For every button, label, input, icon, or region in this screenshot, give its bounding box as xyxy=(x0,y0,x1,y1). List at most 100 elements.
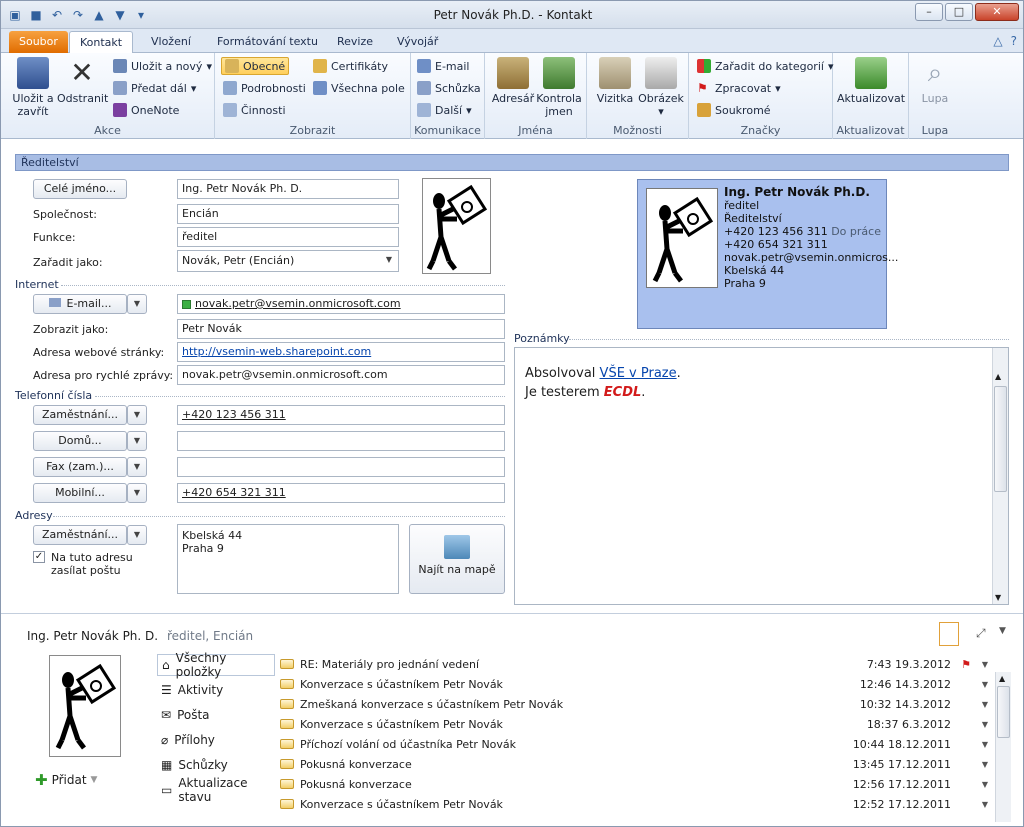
full-name-field[interactable]: Ing. Petr Novák Ph. D. xyxy=(177,179,399,199)
notes-scrollbar[interactable]: ▲ ▼ xyxy=(992,348,1008,604)
tab-developer[interactable]: Vývojář xyxy=(387,31,448,53)
email-dropdown-icon[interactable]: ▼ xyxy=(127,294,147,314)
close-button[interactable]: ✕ xyxy=(975,3,1019,21)
picture-button[interactable]: Obrázek ▾ xyxy=(637,57,685,118)
email-button[interactable]: E-mail xyxy=(417,57,470,75)
forward-button[interactable]: Předat dál ▾ xyxy=(113,79,196,97)
address-book-button[interactable]: Adresář xyxy=(489,57,537,105)
web-address-field[interactable]: http://vsemin-web.sharepoint.com xyxy=(177,342,505,362)
nav-meetings[interactable]: ▦ Schůzky xyxy=(157,754,275,776)
row-dropdown-icon[interactable]: ▼ xyxy=(975,780,995,789)
im-address-field[interactable]: novak.petr@vsemin.onmicrosoft.com xyxy=(177,365,505,385)
business-card[interactable]: Ing. Petr Novák Ph.D. ředitel Ředitelstv… xyxy=(637,179,898,329)
address-field[interactable]: Kbelská 44 Praha 9 xyxy=(177,524,399,594)
zoom-button[interactable]: ⌕ Lupa xyxy=(913,57,957,105)
view-general-button[interactable]: Obecné xyxy=(221,57,290,75)
activity-row[interactable]: Konverzace s účastníkem Petr Novák 18:37 … xyxy=(277,714,995,734)
file-as-select[interactable]: Novák, Petr (Encián) xyxy=(177,250,399,272)
activity-scrollbar[interactable]: ▲ xyxy=(995,672,1011,822)
activity-scroll-thumb[interactable] xyxy=(997,686,1010,738)
scroll-down-icon[interactable]: ▼ xyxy=(995,593,1001,602)
activity-row[interactable]: Pokusná konverzace 12:56 17.12.2011 ▼ xyxy=(277,774,995,794)
scroll-up-icon[interactable]: ▲ xyxy=(995,372,1001,381)
maximize-button[interactable]: □ xyxy=(945,3,973,21)
tab-format-text[interactable]: Formátování textu xyxy=(207,31,328,53)
company-field[interactable]: Encián xyxy=(177,204,399,224)
phone-home-field[interactable] xyxy=(177,431,505,451)
file-as-dropdown-icon[interactable]: ▼ xyxy=(379,251,399,271)
nav-activities[interactable]: ☰ Aktivity xyxy=(157,679,275,701)
activity-row[interactable]: Konverzace s účastníkem Petr Novák 12:46 … xyxy=(277,674,995,694)
view-all-fields-button[interactable]: Všechna pole xyxy=(313,79,405,97)
activity-row[interactable]: RE: Materiály pro jednání vedení 7:43 19.… xyxy=(277,654,995,674)
nav-status-updates[interactable]: ▭ Aktualizace stavu xyxy=(157,776,275,804)
tab-review[interactable]: Revize xyxy=(327,31,383,53)
save-close-button[interactable]: Uložit a zavřít xyxy=(9,57,57,118)
phone-work-dropdown-icon[interactable]: ▼ xyxy=(127,405,147,425)
activity-scroll-up-icon[interactable]: ▲ xyxy=(999,674,1005,683)
notes-link[interactable]: VŠE v Praze xyxy=(600,366,677,381)
row-dropdown-icon[interactable]: ▼ xyxy=(975,700,995,709)
followup-button[interactable]: ⚑ Zpracovat ▾ xyxy=(697,79,781,97)
phone-mobile-dropdown-icon[interactable]: ▼ xyxy=(127,483,147,503)
mailing-address-checkbox[interactable]: ✓ xyxy=(33,551,45,563)
phone-fax-dropdown-icon[interactable]: ▼ xyxy=(127,457,147,477)
phone-home-dropdown-icon[interactable]: ▼ xyxy=(127,431,147,451)
row-dropdown-icon[interactable]: ▼ xyxy=(975,760,995,769)
full-name-button[interactable]: Celé jméno... xyxy=(33,179,127,199)
notes-scroll-thumb[interactable] xyxy=(994,386,1007,492)
delete-button[interactable]: ✕ Odstranit xyxy=(57,57,108,106)
meeting-button[interactable]: Schůzka xyxy=(417,79,481,97)
address-dropdown-icon[interactable]: ▼ xyxy=(127,525,147,545)
activity-row[interactable]: Příchozí volání od účastníka Petr Novák 1… xyxy=(277,734,995,754)
activity-row[interactable]: Pokusná konverzace 13:45 17.12.2011 ▼ xyxy=(277,754,995,774)
phone-work-field[interactable]: +420 123 456 311 xyxy=(177,405,505,425)
tab-file[interactable]: Soubor xyxy=(9,31,68,53)
email-button[interactable]: E-mail... xyxy=(33,294,127,314)
nav-all-items[interactable]: ⌂ Všechny položky xyxy=(157,651,275,679)
row-dropdown-icon[interactable]: ▼ xyxy=(975,680,995,689)
help-icon[interactable]: ? xyxy=(1011,34,1017,48)
phone-fax-field[interactable] xyxy=(177,457,505,477)
update-button[interactable]: Aktualizovat xyxy=(837,57,905,105)
minimize-button[interactable]: – xyxy=(915,3,943,21)
view-certificates-button[interactable]: Certifikáty xyxy=(313,57,388,75)
row-dropdown-icon[interactable]: ▼ xyxy=(975,800,995,809)
phone-fax-button[interactable]: Fax (zam.)... xyxy=(33,457,127,477)
row-dropdown-icon[interactable]: ▼ xyxy=(975,740,995,749)
phone-mobile-button[interactable]: Mobilní... xyxy=(33,483,127,503)
activity-row[interactable]: Zmeškaná konverzace s účastníkem Petr No… xyxy=(277,694,995,714)
email-field[interactable]: novak.petr@vsemin.onmicrosoft.com xyxy=(177,294,505,314)
map-button[interactable]: Najít na mapě xyxy=(409,524,505,594)
private-button[interactable]: Soukromé xyxy=(697,101,771,119)
nav-attachments[interactable]: ⌀ Přílohy xyxy=(157,729,275,751)
view-activities-button[interactable]: Činnosti xyxy=(223,101,286,119)
more-button[interactable]: Další ▾ xyxy=(417,101,472,119)
display-as-field[interactable]: Petr Novák xyxy=(177,319,505,339)
view-details-button[interactable]: Podrobnosti xyxy=(223,79,306,97)
phone-home-button[interactable]: Domů... xyxy=(33,431,127,451)
ribbon-minimize-icon[interactable]: △ xyxy=(993,34,1002,48)
add-button[interactable]: ✚ Přidat ▼ xyxy=(35,771,97,789)
tab-contact[interactable]: Kontakt xyxy=(69,31,134,54)
save-as-new-button[interactable]: Uložit a nový ▾ xyxy=(113,57,212,75)
phone-work-button[interactable]: Zaměstnání... xyxy=(33,405,127,425)
notes-editor[interactable]: Absolvoval VŠE v Praze. Je testerem ECDL… xyxy=(514,347,1009,605)
job-title-field[interactable]: ředitel xyxy=(177,227,399,247)
onenote-button[interactable]: OneNote xyxy=(113,101,179,119)
business-card-button[interactable]: Vizitka xyxy=(591,57,639,105)
collapse-icon[interactable]: ▼ xyxy=(999,626,1006,636)
people-pane-mini-photo[interactable] xyxy=(939,622,959,646)
expand-icon[interactable]: ⤢ xyxy=(976,626,986,641)
tab-insert[interactable]: Vložení xyxy=(141,31,201,53)
followup-flag-icon[interactable]: ⚑ xyxy=(957,658,975,671)
categorize-button[interactable]: Zařadit do kategorií ▾ xyxy=(697,57,833,75)
contact-photo[interactable] xyxy=(422,178,491,274)
row-dropdown-icon[interactable]: ▼ xyxy=(975,660,995,669)
activity-row[interactable]: Konverzace s účastníkem Petr Novák 12:52 … xyxy=(277,794,995,814)
row-dropdown-icon[interactable]: ▼ xyxy=(975,720,995,729)
address-type-button[interactable]: Zaměstnání... xyxy=(33,525,127,545)
check-names-button[interactable]: Kontrola jmen xyxy=(535,57,583,118)
nav-mail[interactable]: ✉ Pošta xyxy=(157,704,275,726)
phone-mobile-field[interactable]: +420 654 321 311 xyxy=(177,483,505,503)
